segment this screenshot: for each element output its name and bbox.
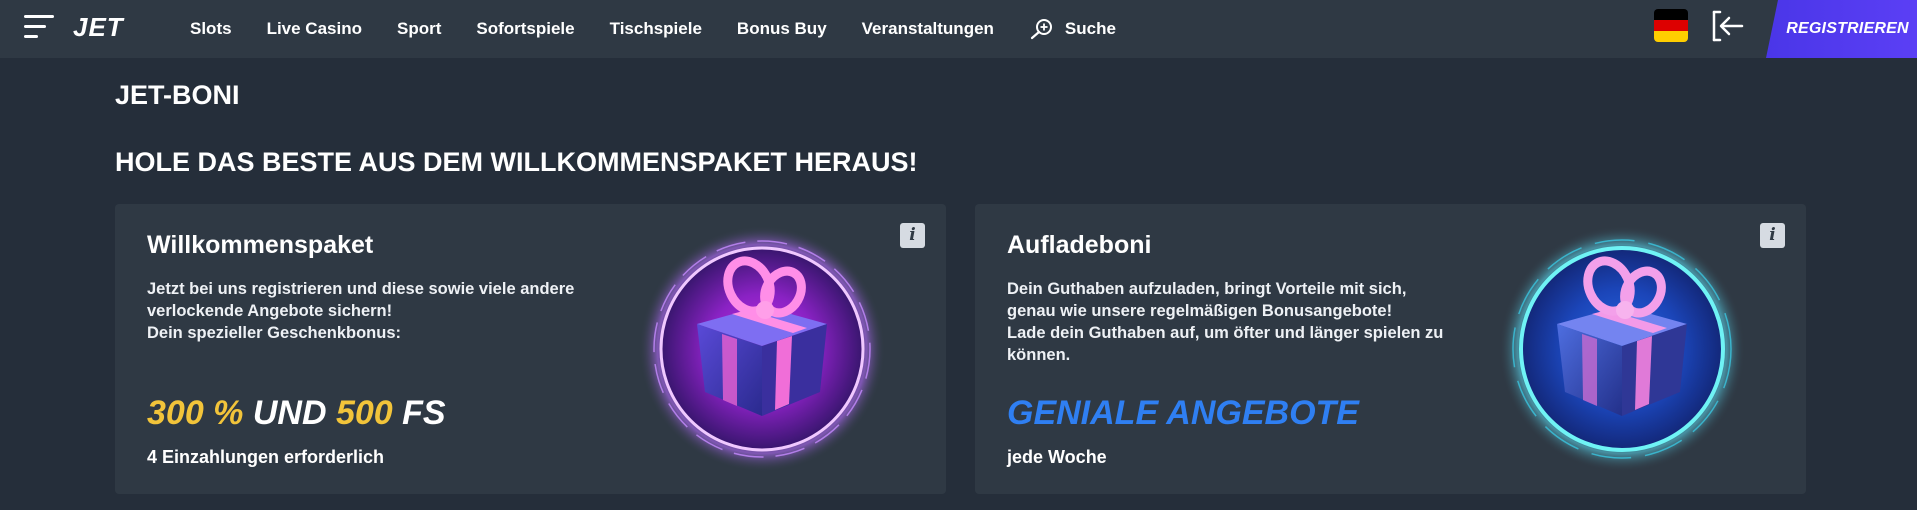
card-text-line: genau wie unsere regelmäßigen Bonusangeb…	[1007, 302, 1393, 320]
card-text-line: Dein spezieller Geschenkbonus:	[147, 324, 401, 342]
card-title: Aufladeboni	[1007, 231, 1152, 259]
bonus-freespins-count: 500	[335, 394, 393, 432]
nav-item-veranstaltungen[interactable]: Veranstaltungen	[862, 19, 994, 39]
card-text-line: Lade dein Guthaben auf, um öfter und län…	[1007, 324, 1444, 342]
info-icon[interactable]: i	[900, 223, 925, 248]
bonus-and: UND	[243, 394, 336, 432]
reload-bonus-card[interactable]: Aufladeboni Dein Guthaben aufzuladen, br…	[975, 204, 1806, 494]
card-text-line: können.	[1007, 346, 1071, 364]
top-navigation-bar: JET Slots Live Casino Sport Sofortspiele…	[0, 0, 1917, 58]
language-flag-icon[interactable]	[1654, 9, 1688, 42]
bonus-offer: GENIALE ANGEBOTE	[1007, 394, 1359, 432]
section-title: HOLE DAS BESTE AUS DEM WILLKOMMENSPAKET …	[115, 147, 918, 177]
offer-subtitle: jede Woche	[1007, 447, 1107, 467]
nav-item-sofortspiele[interactable]: Sofortspiele	[476, 19, 574, 39]
search-button[interactable]: Suche	[1029, 18, 1116, 40]
offer-subtitle: 4 Einzahlungen erforderlich	[147, 447, 385, 467]
bonus-offer: 300 % UND 500 FS	[147, 394, 446, 433]
nav-item-live-casino[interactable]: Live Casino	[267, 19, 362, 39]
card-text-line: Jetzt bei uns registrieren und diese sow…	[147, 280, 575, 298]
bonus-percent: 300 %	[147, 394, 244, 432]
gift-purple-icon	[639, 226, 885, 472]
jet-logo[interactable]: JET	[73, 12, 124, 43]
nav-item-sport[interactable]: Sport	[397, 19, 441, 39]
nav-item-tischspiele[interactable]: Tischspiele	[610, 19, 702, 39]
gift-cyan-icon	[1499, 226, 1745, 472]
search-icon	[1030, 19, 1052, 40]
menu-icon[interactable]	[24, 15, 56, 39]
card-description: Jetzt bei uns registrieren und diese sow…	[147, 278, 617, 344]
login-icon[interactable]	[1710, 9, 1746, 43]
search-label: Suche	[1064, 19, 1116, 38]
nav-item-slots[interactable]: Slots	[190, 19, 232, 39]
main-nav: Slots Live Casino Sport Sofortspiele Tis…	[190, 0, 1116, 58]
welcome-package-card[interactable]: Willkommenspaket Jetzt bei uns registrie…	[115, 204, 946, 494]
flag-stripe-black	[1654, 9, 1688, 20]
register-button[interactable]: REGISTRIEREN	[1766, 0, 1917, 58]
flag-stripe-gold	[1654, 31, 1688, 42]
page-title: JET-BONI	[115, 80, 240, 110]
card-description: Dein Guthaben aufzuladen, bringt Vorteil…	[1007, 278, 1477, 366]
card-text-line: verlockende Angebote sichern!	[147, 302, 393, 320]
card-title: Willkommenspaket	[147, 231, 374, 259]
card-text-line: Dein Guthaben aufzuladen, bringt Vorteil…	[1007, 280, 1407, 298]
nav-item-bonus-buy[interactable]: Bonus Buy	[737, 19, 827, 39]
flag-stripe-red	[1654, 20, 1688, 31]
info-icon[interactable]: i	[1760, 223, 1785, 248]
bonus-fs: FS	[392, 394, 446, 432]
